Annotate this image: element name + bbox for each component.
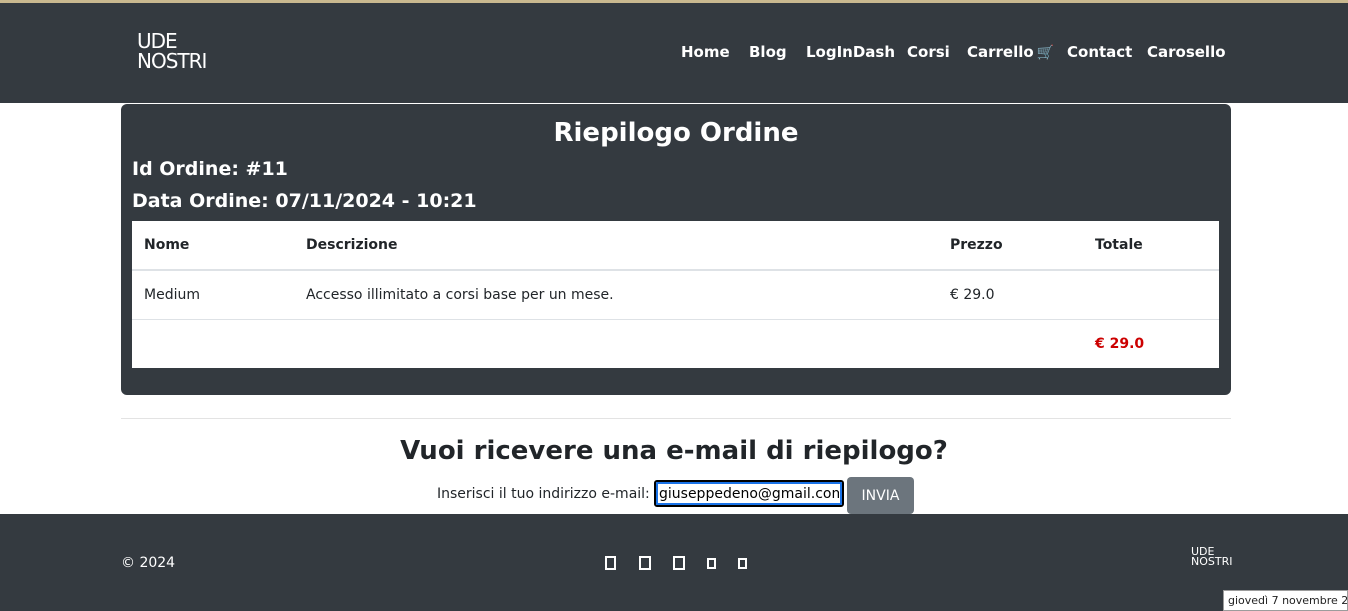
nav-courses[interactable]: Corsi [907,43,950,61]
item-description: Accesso illimitato a corsi base per un m… [306,287,614,303]
column-header-description: Descrizione [306,237,398,253]
footer-logo-line-2: NOSTRI [1191,555,1233,568]
nav-carousel[interactable]: Carosello [1147,43,1226,61]
nav-blog[interactable]: Blog [749,43,787,61]
social-linkedin-icon[interactable] [707,558,716,569]
column-header-name: Nome [144,237,190,253]
item-name: Medium [144,287,200,303]
social-instagram-icon[interactable] [673,556,685,570]
nav-cart-label: Carrello [967,43,1034,61]
item-price: € 29.0 [950,287,995,303]
copyright-text: © 2024 [121,555,176,571]
order-summary-panel: Riepilogo Ordine Id Ordine: #11 Data Ord… [121,104,1231,395]
nav-login[interactable]: LogInDash [806,43,895,61]
email-label: Inserisci il tuo indirizzo e-mail: [437,486,650,502]
system-clock: giovedì 7 novembre 2024 [1223,590,1348,611]
table-row: Medium Accesso illimitato a corsi base p… [132,271,1219,320]
shopping-cart-icon: 🛒 [1036,45,1055,61]
footer-logo: UDE NOSTRI [1191,546,1233,568]
nav-home[interactable]: Home [681,43,730,61]
nav-contact[interactable]: Contact [1067,43,1132,61]
email-input[interactable] [654,480,844,507]
send-button[interactable]: INVIA [847,477,914,514]
email-form: Inserisci il tuo indirizzo e-mail: INVIA [0,477,1348,514]
footer: © 2024 UDE NOSTRI [0,514,1348,611]
column-header-total: Totale [1095,237,1143,253]
order-title: Riepilogo Ordine [553,118,799,148]
social-youtube-icon[interactable] [738,558,747,569]
column-header-price: Prezzo [950,237,1003,253]
email-section-title: Vuoi ricevere una e-mail di riepilogo? [400,436,948,466]
table-header-row: Nome Descrizione Prezzo Totale [132,221,1219,271]
section-divider [121,418,1231,419]
social-twitter-icon[interactable] [639,556,651,570]
table-total-row: € 29.0 [132,320,1219,368]
social-facebook-icon[interactable] [605,556,616,570]
order-date: Data Ordine: 07/11/2024 - 10:21 [132,190,477,212]
grand-total: € 29.0 [1095,336,1145,352]
order-table: Nome Descrizione Prezzo Totale Medium Ac… [132,221,1219,368]
main-nav: Home Blog LogInDash Corsi Carrello 🛒 Cont… [0,41,1348,71]
navbar: UDE NOSTRI Home Blog LogInDash Corsi Car… [0,3,1348,103]
order-id: Id Ordine: #11 [132,158,288,180]
nav-cart[interactable]: Carrello 🛒 [967,43,1054,61]
